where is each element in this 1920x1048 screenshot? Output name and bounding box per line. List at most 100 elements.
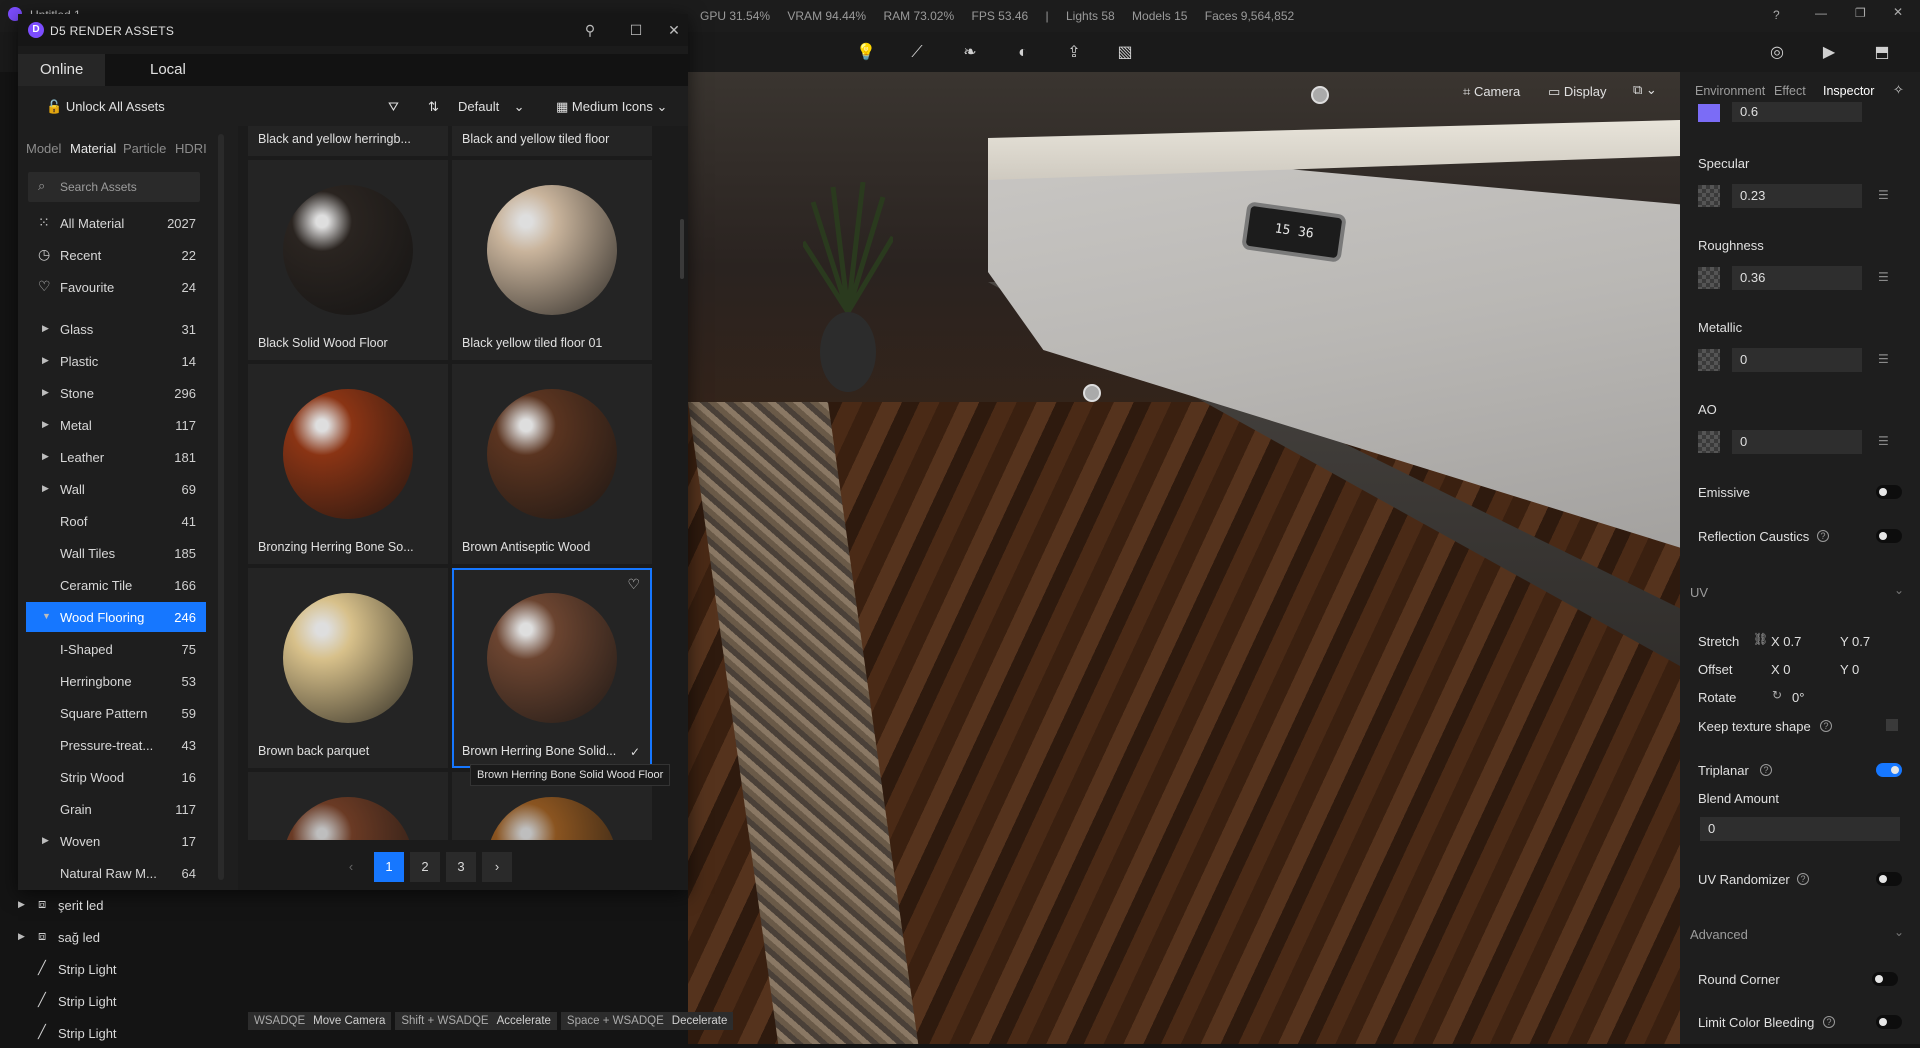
material-type-row[interactable]: Square Pattern 59	[26, 698, 206, 728]
triplanar-help-icon[interactable]: ?	[1760, 764, 1772, 776]
material-type-row[interactable]: I-Shaped 75	[26, 634, 206, 664]
material-type-row[interactable]: ▶ Woven 17	[26, 826, 206, 856]
video-icon[interactable]: ▶	[1818, 42, 1840, 64]
unlock-all-button[interactable]: 🔓 Unlock All Assets	[46, 99, 165, 115]
material-type-row[interactable]: Pressure-treat... 43	[26, 730, 206, 760]
3d-viewport[interactable]: 15 36	[688, 72, 1680, 1044]
material-type-row[interactable]: Strip Wood 16	[26, 762, 206, 792]
magic-wand-icon[interactable]: ✧	[1893, 82, 1904, 98]
camera-capture-icon[interactable]: ◎	[1766, 42, 1788, 64]
cat-tab-model[interactable]: Model	[26, 141, 61, 156]
expand-right-icon[interactable]: ▶	[18, 899, 25, 910]
stretch-x-field[interactable]: X 0.7	[1771, 634, 1801, 649]
material-type-row[interactable]: Herringbone 53	[26, 666, 206, 696]
blend-amount-field[interactable]: 0	[1700, 817, 1900, 841]
offset-y-field[interactable]: Y 0	[1840, 662, 1859, 677]
uv-randomizer-toggle[interactable]	[1876, 872, 1902, 886]
caustics-toggle[interactable]	[1876, 529, 1902, 543]
panel-close-icon[interactable]: ✕	[664, 20, 684, 40]
page-1-button[interactable]: 1	[374, 852, 404, 882]
next-page-icon[interactable]: ›	[482, 852, 512, 882]
scene-tree-item[interactable]: ▶ ⧈ sağ led	[18, 922, 238, 952]
material-type-row[interactable]: Natural Raw M... 64	[26, 858, 206, 888]
material-type-row[interactable]: Ceramic Tile 166	[26, 570, 206, 600]
sort-icon[interactable]: ⇅	[428, 99, 439, 115]
fire-icon[interactable]: ◐	[1012, 42, 1034, 64]
asset-card[interactable]: Black and yellow herringb...	[248, 126, 448, 156]
page-2-button[interactable]: 2	[410, 852, 440, 882]
expand-right-icon[interactable]: ▶	[42, 355, 49, 366]
minimize-icon[interactable]: —	[1815, 6, 1827, 20]
metallic-texture-slot[interactable]	[1698, 349, 1720, 371]
asset-card[interactable]: Black and yellow tiled floor	[452, 126, 652, 156]
prev-page-icon[interactable]: ‹	[336, 852, 366, 882]
category-clock[interactable]: ◷ Recent 22	[26, 240, 206, 270]
path-tool-icon[interactable]: ⟋	[906, 42, 928, 64]
cat-tab-hdri[interactable]: HDRI	[175, 141, 207, 156]
maximize-icon[interactable]: ❐	[1855, 6, 1866, 20]
leaf-icon[interactable]: ❧	[959, 42, 981, 64]
scene-tree-item[interactable]: ▶ ⧈ şerit led	[18, 890, 238, 920]
material-type-row[interactable]: Grain 117	[26, 794, 206, 824]
uv-section-header[interactable]: UV	[1690, 585, 1708, 600]
light-bulb-icon[interactable]: 💡	[855, 42, 877, 64]
tab-inspector[interactable]: Inspector	[1823, 84, 1874, 98]
expand-right-icon[interactable]: ▶	[42, 387, 49, 398]
expand-right-icon[interactable]: ▶	[42, 483, 49, 494]
material-type-row[interactable]: Roof 41	[26, 506, 206, 536]
viewport-layout-icon[interactable]: ⧉ ⌄	[1633, 82, 1657, 98]
help-icon[interactable]: ?	[1773, 8, 1780, 22]
specular-texture-slot[interactable]	[1698, 185, 1720, 207]
uv-collapse-icon[interactable]: ⌄	[1894, 583, 1904, 597]
pin-icon[interactable]: ⚲	[580, 20, 600, 40]
material-type-row[interactable]: ▶ Leather 181	[26, 442, 206, 472]
material-type-row[interactable]: Wall Tiles 185	[26, 538, 206, 568]
asset-card[interactable]: Brown Antiseptic Wood	[452, 364, 652, 564]
category-grid[interactable]: ⁙ All Material 2027	[26, 208, 206, 238]
filter-icon[interactable]: ⛛	[388, 99, 399, 115]
ao-texture-slot[interactable]	[1698, 431, 1720, 453]
material-type-row[interactable]: ▶ Stone 296	[26, 378, 206, 408]
scene-tree-item[interactable]: ╱ Strip Light	[18, 954, 238, 984]
asset-card[interactable]	[248, 772, 448, 846]
asset-card[interactable]: Black yellow tiled floor 01	[452, 160, 652, 360]
tab-online[interactable]: Online	[18, 54, 106, 86]
specular-field[interactable]: 0.23	[1732, 184, 1862, 208]
metallic-adjust-icon[interactable]: ☰	[1878, 352, 1889, 366]
cat-tab-particle[interactable]: Particle	[123, 141, 166, 156]
roughness-texture-slot[interactable]	[1698, 267, 1720, 289]
ao-adjust-icon[interactable]: ☰	[1878, 434, 1889, 448]
close-window-icon[interactable]: ✕	[1893, 5, 1903, 19]
asset-card[interactable]: Brown back parquet	[248, 568, 448, 768]
render-output-icon[interactable]: ⬒	[1871, 42, 1893, 64]
material-type-row[interactable]: ▶ Plastic 14	[26, 346, 206, 376]
material-type-row[interactable]: ▼ Wood Flooring 246	[26, 602, 206, 632]
emissive-toggle[interactable]	[1876, 485, 1902, 499]
view-mode-dropdown[interactable]: ▦ Medium Icons ⌄	[556, 99, 667, 115]
material-type-row[interactable]: ▶ Metal 117	[26, 410, 206, 440]
limit-bleed-toggle[interactable]	[1876, 1015, 1902, 1029]
expand-right-icon[interactable]: ▶	[42, 419, 49, 430]
page-3-button[interactable]: 3	[446, 852, 476, 882]
keep-shape-checkbox[interactable]	[1886, 719, 1898, 731]
advanced-section-header[interactable]: Advanced	[1690, 927, 1748, 942]
expand-down-icon[interactable]: ▼	[42, 611, 51, 621]
search-input[interactable]: ⌕ Search Assets	[28, 172, 200, 202]
light-handle-icon[interactable]	[1083, 384, 1101, 402]
cat-tab-material[interactable]: Material	[70, 141, 116, 156]
sort-dropdown[interactable]: Default ⌄	[458, 99, 525, 115]
material-type-row[interactable]: ▶ Wall 69	[26, 474, 206, 504]
material-tool-icon[interactable]: ▧	[1114, 42, 1136, 64]
offset-x-field[interactable]: X 0	[1771, 662, 1791, 677]
uv-randomizer-help-icon[interactable]: ?	[1797, 873, 1809, 885]
import-icon[interactable]: ⇪	[1063, 42, 1085, 64]
expand-right-icon[interactable]: ▶	[18, 931, 25, 942]
viewport-display-button[interactable]: ▭ Display	[1548, 84, 1607, 100]
specular-adjust-icon[interactable]: ☰	[1878, 188, 1889, 202]
stretch-y-field[interactable]: Y 0.7	[1840, 634, 1870, 649]
panel-maximize-icon[interactable]: ☐	[626, 20, 646, 40]
asset-card[interactable]: Brown Herring Bone Solid... ♡ ✓	[452, 568, 652, 768]
favourite-heart-icon[interactable]: ♡	[627, 576, 640, 593]
viewport-camera-button[interactable]: ⌗ Camera	[1463, 84, 1520, 100]
scene-tree-item[interactable]: ╱ Strip Light	[18, 986, 238, 1016]
